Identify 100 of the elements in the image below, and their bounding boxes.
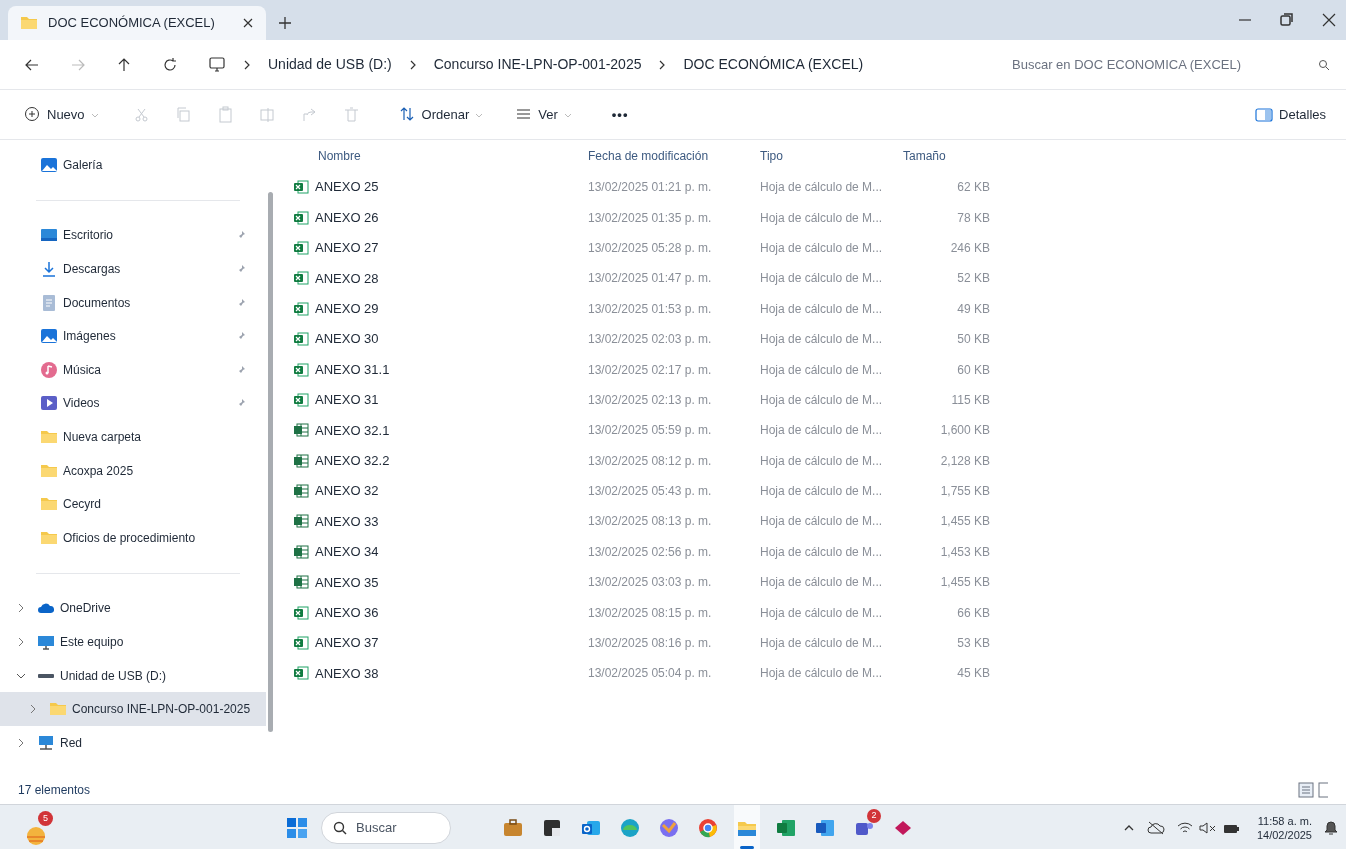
file-name[interactable]: ANEXO 28: [315, 268, 379, 289]
sidebar-item[interactable]: Galería: [0, 148, 266, 182]
sidebar-item[interactable]: Cecyrd: [0, 487, 266, 521]
chevron-right-icon[interactable]: [28, 704, 38, 715]
column-header[interactable]: Tamaño: [900, 147, 990, 165]
file-name[interactable]: ANEXO 37: [315, 633, 379, 653]
search-field[interactable]: Buscar: [321, 811, 451, 844]
cloud-icon[interactable]: [1146, 819, 1165, 836]
file-name[interactable]: ANEXO 33: [315, 511, 379, 532]
chevron-right-icon[interactable]: [16, 636, 26, 647]
type-cell-text: Hoja de cálculo de M...: [760, 331, 884, 349]
sidebar-item[interactable]: Unidad de USB (D:): [0, 658, 266, 693]
size-cell-text: 1,455 KB: [939, 513, 990, 531]
type-cell-text: Hoja de cálculo de M...: [760, 452, 884, 470]
clock-time[interactable]: 11:58 a. m.: [1257, 813, 1312, 828]
taskbar-app-button[interactable]: [734, 805, 760, 849]
file-name[interactable]: ANEXO 34: [315, 542, 379, 562]
type-cell-text: Hoja de cálculo de M...: [760, 300, 884, 318]
sidebar-item[interactable]: Videos: [0, 386, 266, 421]
network-icon: [37, 733, 55, 752]
date-cell-text: 13/02/2025 01:35 p. m.: [588, 209, 713, 227]
file-name[interactable]: ANEXO 32.1: [315, 420, 390, 441]
spreadsheet-icon: [293, 513, 309, 530]
size-cell-text: 1,600 KB: [939, 422, 990, 440]
sidebar-item[interactable]: Red: [0, 725, 266, 760]
speaker-muted-icon[interactable]: [1198, 820, 1217, 835]
type-cell-text: Hoja de cálculo de M...: [760, 543, 884, 561]
file-name[interactable]: ANEXO 26: [315, 207, 379, 228]
breadcrumb-link[interactable]: DOC ECONÓMICA (EXCEL): [683, 54, 864, 75]
column-header[interactable]: Nombre: [288, 147, 588, 165]
more-button[interactable]: •••: [607, 98, 633, 131]
date-cell-text: 13/02/2025 02:03 p. m.: [588, 331, 713, 349]
excel-file-icon: [293, 331, 309, 348]
date-cell-text: 13/02/2025 01:53 p. m.: [588, 300, 713, 318]
video-icon: [40, 394, 58, 413]
sidebar-item[interactable]: Música: [0, 352, 266, 387]
sidebar-item[interactable]: Descargas: [0, 252, 266, 286]
close-icon[interactable]: [242, 17, 254, 29]
sidebar-item[interactable]: Escritorio: [0, 218, 266, 253]
sidebar-item[interactable]: Este equipo: [0, 625, 266, 659]
file-name[interactable]: ANEXO 30: [315, 329, 379, 349]
up-arrow-icon[interactable]: [116, 56, 132, 73]
wifi-icon[interactable]: [1176, 820, 1193, 835]
type-cell-text: Hoja de cálculo de M...: [760, 270, 884, 288]
type-cell-text: Hoja de cálculo de M...: [760, 179, 884, 197]
tab[interactable]: DOC ECONÓMICA (EXCEL): [8, 6, 266, 40]
column-header[interactable]: Tipo: [760, 147, 900, 165]
bell-icon[interactable]: [1324, 819, 1338, 836]
plus-circle-icon: [24, 106, 41, 123]
details-pane-icon: [1255, 107, 1274, 122]
close-icon[interactable]: [1322, 13, 1336, 27]
sidebar-item[interactable]: Nueva carpeta: [0, 420, 266, 454]
size-cell-text: 50 KB: [956, 331, 990, 349]
date-cell-text: 13/02/2025 05:43 p. m.: [588, 483, 713, 501]
drive-icon: [37, 672, 55, 679]
file-name[interactable]: ANEXO 29: [315, 299, 379, 319]
column-header[interactable]: Fecha de modificación: [588, 147, 760, 165]
restore-icon[interactable]: [1280, 13, 1294, 27]
scrollbar[interactable]: [268, 192, 273, 732]
view-button[interactable]: Ver: [511, 98, 576, 131]
file-name[interactable]: ANEXO 38: [315, 663, 379, 684]
file-name[interactable]: ANEXO 27: [315, 238, 379, 258]
file-name[interactable]: ANEXO 32.2: [315, 450, 390, 471]
chevron-right-icon[interactable]: [16, 603, 26, 614]
search-field[interactable]: Buscar en DOC ECONOMICA (EXCEL): [1012, 54, 1318, 75]
sidebar-item[interactable]: OneDrive: [0, 591, 266, 626]
browser-circle-icon: [697, 816, 719, 839]
file-name[interactable]: ANEXO 36: [315, 602, 379, 623]
size-cell-text: 1,455 KB: [939, 574, 990, 592]
file-name[interactable]: ANEXO 32: [315, 481, 379, 501]
sidebar-item[interactable]: Acoxpa 2025: [0, 453, 266, 488]
breadcrumb-link[interactable]: Concurso INE-LPN-OP-001-2025: [433, 54, 642, 75]
sidebar-item[interactable]: Documentos: [0, 285, 266, 320]
sidebar-item[interactable]: Imágenes: [0, 319, 266, 353]
size-cell-text: 62 KB: [956, 179, 990, 197]
file-name[interactable]: ANEXO 35: [315, 572, 379, 592]
date-cell-text: 13/02/2025 08:12 p. m.: [588, 452, 713, 470]
monitor-icon[interactable]: [208, 55, 226, 74]
file-name[interactable]: ANEXO 31.1: [315, 359, 390, 380]
file-name[interactable]: ANEXO 31: [315, 390, 379, 410]
weather-icon[interactable]: [26, 826, 46, 846]
file-name[interactable]: ANEXO 25: [315, 177, 379, 197]
sidebar-item[interactable]: Concurso INE-LPN-OP-001-2025: [0, 692, 266, 726]
sidebar-item[interactable]: Oficios de procedimiento: [0, 520, 266, 555]
date-cell-text: 13/02/2025 08:13 p. m.: [588, 513, 713, 531]
details-button[interactable]: Detalles: [1255, 104, 1326, 125]
breadcrumb-link[interactable]: Unidad de USB (D:): [268, 54, 392, 75]
windows-logo-icon[interactable]: [286, 816, 308, 839]
refresh-icon[interactable]: [162, 56, 178, 73]
sort-button[interactable]: Ordenar: [394, 98, 488, 131]
sort-arrows-icon: [398, 106, 416, 123]
new-button[interactable]: Nuevo: [20, 98, 103, 131]
size-cell-text: 66 KB: [956, 604, 990, 622]
size-cell-text: 53 KB: [956, 635, 990, 653]
tiles-view-icon[interactable]: [1318, 782, 1328, 798]
chevron-right-icon[interactable]: [16, 737, 26, 748]
excel-file-icon: [293, 300, 309, 317]
clock-date[interactable]: 14/02/2025: [1256, 827, 1312, 842]
type-cell-text: Hoja de cálculo de M...: [760, 604, 884, 622]
excel-file-icon: [293, 209, 309, 226]
